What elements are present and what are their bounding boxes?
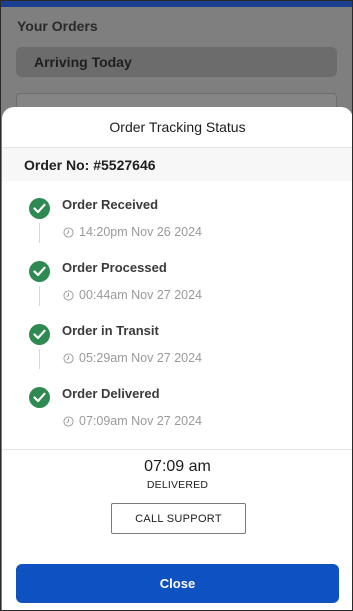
arriving-today-label: Arriving Today <box>34 54 132 70</box>
check-circle-icon <box>29 324 50 345</box>
check-circle-icon <box>29 198 50 219</box>
orders-page-title: Your Orders <box>17 18 98 34</box>
timeline-step-in-transit: Order in Transit 05:29am Nov 27 2024 <box>2 307 352 367</box>
step-time: 14:20pm Nov 26 2024 <box>79 225 203 239</box>
step-label: Order Received <box>62 197 159 212</box>
top-bar <box>1 1 352 7</box>
step-time-row: 14:20pm Nov 26 2024 <box>63 225 202 239</box>
modal-title: Order Tracking Status <box>109 119 246 135</box>
call-support-button[interactable]: CALL SUPPORT <box>111 503 246 534</box>
clock-icon <box>63 352 74 364</box>
current-status-label: DELIVERED <box>146 479 209 491</box>
current-status-time: 07:09 am <box>144 458 211 475</box>
timeline-step-processed: Order Processed 00:44am Nov 27 2024 <box>2 244 352 304</box>
step-time: 07:09am Nov 27 2024 <box>79 414 203 428</box>
step-label: Order Processed <box>62 260 167 275</box>
clock-icon <box>63 226 74 238</box>
step-time: 00:44am Nov 27 2024 <box>79 288 203 302</box>
timeline-step-received: Order Received 14:20pm Nov 26 2024 <box>2 181 352 241</box>
arriving-today-section: Arriving Today <box>16 47 337 77</box>
timeline-step-delivered: Order Delivered 07:09am Nov 27 2024 <box>2 370 352 430</box>
order-tracking-modal: Order Tracking Status Order No: #5527646… <box>2 107 352 610</box>
step-time: 05:29am Nov 27 2024 <box>79 351 203 365</box>
step-label: Order Delivered <box>62 386 160 401</box>
app-frame: Your Orders Arriving Today Order Trackin… <box>0 0 353 611</box>
check-circle-icon <box>29 261 50 282</box>
step-time-row: 00:44am Nov 27 2024 <box>63 288 202 302</box>
order-number: Order No: #5527646 <box>24 157 156 173</box>
order-number-section: Order No: #5527646 <box>2 148 352 181</box>
clock-icon <box>63 415 74 427</box>
step-label: Order in Transit <box>62 323 159 338</box>
check-circle-icon <box>29 387 50 408</box>
status-divider <box>2 449 352 450</box>
step-time-row: 05:29am Nov 27 2024 <box>63 351 202 365</box>
clock-icon <box>63 289 74 301</box>
close-button[interactable]: Close <box>16 564 339 603</box>
step-time-row: 07:09am Nov 27 2024 <box>63 414 202 428</box>
